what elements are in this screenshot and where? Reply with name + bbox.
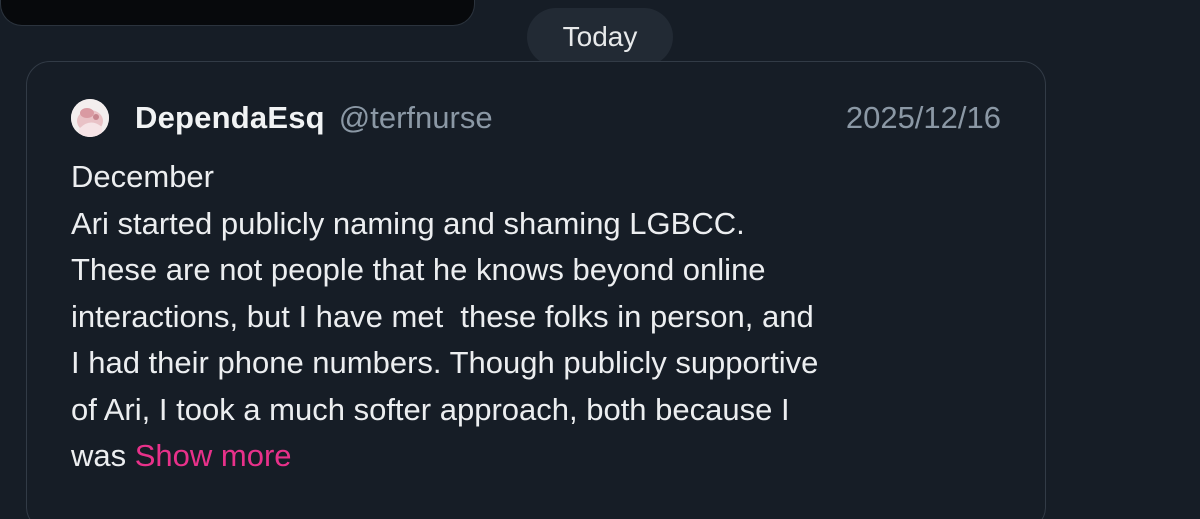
date-separator: Today <box>527 8 673 66</box>
post-line: of Ari, I took a much softer approach, b… <box>71 391 790 427</box>
post-line: These are not people that he knows beyon… <box>71 252 766 287</box>
show-more-link[interactable]: Show more <box>135 438 292 473</box>
quoted-post-card[interactable]: DependaEsq @terfnurse 2025/12/16 Decembe… <box>26 61 1046 519</box>
date-separator-label: Today <box>562 21 638 52</box>
author-display-name[interactable]: DependaEsq <box>135 100 325 136</box>
post-body: December Ari started publicly naming and… <box>71 154 1021 480</box>
post-header: DependaEsq @terfnurse 2025/12/16 <box>71 96 1001 140</box>
post-line: I had their phone numbers. Though public… <box>71 345 819 380</box>
chat-view: Today DependaEsq @terfnurse 2025/12/16 D… <box>0 0 1200 519</box>
author-handle[interactable]: @terfnurse <box>339 100 493 136</box>
post-line: Ari started publicly naming and shaming … <box>71 205 745 241</box>
previous-message-media[interactable] <box>0 0 475 26</box>
post-line: was <box>71 438 135 473</box>
post-line: interactions, but I have met these folks… <box>71 298 814 334</box>
post-line: December <box>71 159 214 194</box>
user-avatar-icon[interactable] <box>71 99 109 137</box>
post-date: 2025/12/16 <box>845 100 1001 135</box>
